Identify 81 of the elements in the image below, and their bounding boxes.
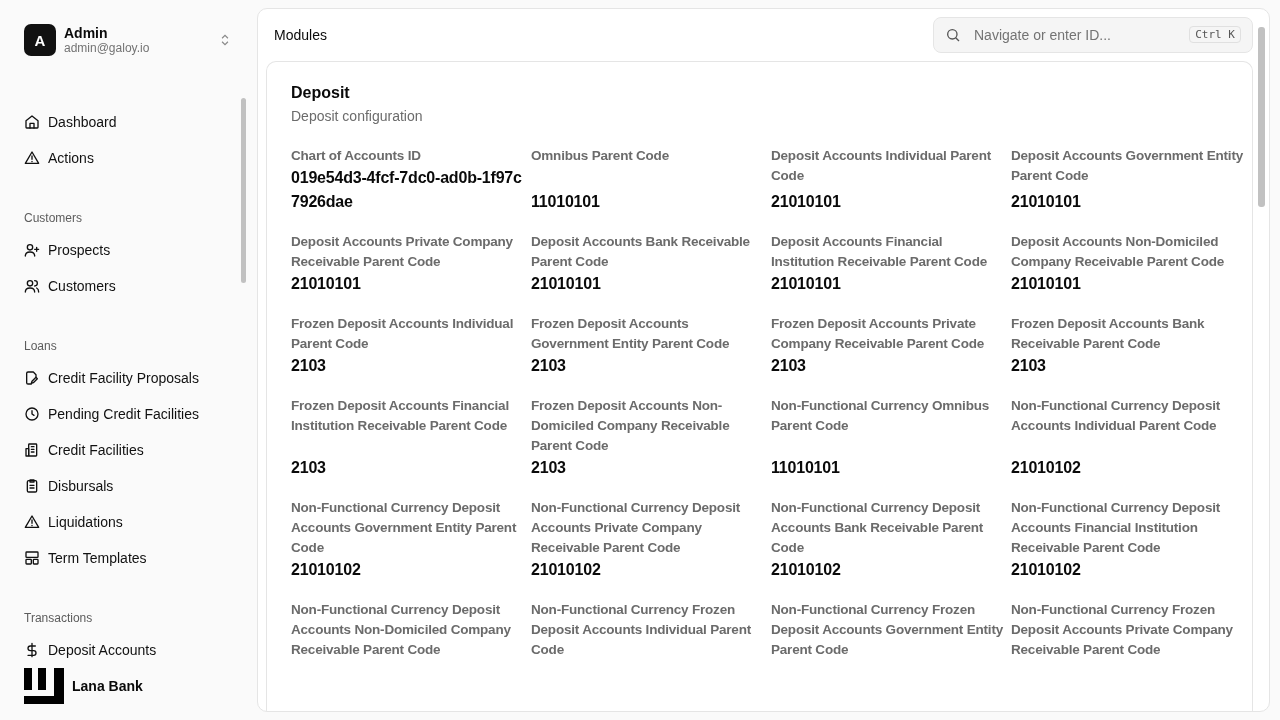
field-label: Non-Functional Currency Omnibus Parent Code bbox=[771, 397, 991, 435]
field-label: Deposit Accounts Bank Receivable Parent Code bbox=[531, 233, 751, 271]
field-value: 11010101 bbox=[531, 192, 601, 212]
field-value: 21010102 bbox=[1011, 560, 1082, 580]
building-icon bbox=[24, 442, 40, 458]
page-title: Modules bbox=[274, 27, 327, 43]
warning-icon bbox=[24, 514, 40, 530]
nav-item[interactable]: Term Templates bbox=[24, 540, 232, 576]
field-label: Non-Functional Currency Deposit Accounts Government Entity Parent Code bbox=[291, 499, 518, 557]
field-label: Frozen Deposit Accounts Bank Receivable Parent Code bbox=[1011, 315, 1206, 353]
field-value: 21010101 bbox=[1011, 274, 1082, 294]
field-label: Non-Functional Currency Deposit Accounts Private Company Receivable Parent Code bbox=[531, 499, 742, 557]
field-value: 2103 bbox=[291, 356, 327, 376]
field-label: Omnibus Parent Code bbox=[531, 147, 670, 165]
field-value: 2103 bbox=[531, 458, 567, 478]
field-label: Deposit Accounts Individual Parent Code bbox=[771, 147, 992, 185]
field-label: Frozen Deposit Accounts Individual Parent Code bbox=[291, 315, 515, 353]
field-value: 2103 bbox=[1011, 356, 1047, 376]
field-value: 019e54d3-4fcf-7dc0-ad0b-1f97c7926dae bbox=[291, 168, 523, 212]
user-name: Admin bbox=[64, 25, 109, 41]
nav-item[interactable]: Pending Credit Facilities bbox=[24, 396, 232, 432]
field-label: Deposit Accounts Non-Domiciled Company Receivable Parent Code bbox=[1011, 233, 1226, 271]
field-label: Non-Functional Currency Frozen Deposit Accounts Government Entity Parent Code bbox=[771, 601, 1003, 659]
scrollbar-thumb[interactable] bbox=[241, 98, 246, 283]
field-label: Frozen Deposit Accounts Non-Domiciled Company Receivable Parent Code bbox=[531, 397, 731, 455]
field-label: Non-Functional Currency Deposit Accounts Non-Domiciled Company Receivable Parent Code bbox=[291, 601, 512, 659]
user-avatar[interactable]: A bbox=[24, 24, 56, 56]
nav-item[interactable]: Dashboard bbox=[24, 104, 232, 140]
field-label: Deposit Accounts Government Entity Parent Code bbox=[1011, 147, 1243, 185]
card-title: Deposit bbox=[291, 84, 351, 102]
field-value: 2103 bbox=[531, 356, 567, 376]
field-label: Deposit Accounts Private Company Receivable Parent Code bbox=[291, 233, 514, 271]
clipboard-icon bbox=[24, 478, 40, 494]
search-icon bbox=[945, 27, 961, 43]
card-subtitle: Deposit configuration bbox=[291, 108, 424, 124]
brand-name: Lana Bank bbox=[72, 678, 143, 694]
nav-section-label: Loans bbox=[24, 338, 58, 355]
field-label: Chart of Accounts ID bbox=[291, 147, 422, 165]
document-pen-icon bbox=[24, 370, 40, 386]
dollar-icon bbox=[24, 642, 40, 658]
field-value: 21010101 bbox=[531, 274, 602, 294]
field-label: Frozen Deposit Accounts Private Company Receivable Parent Code bbox=[771, 315, 986, 353]
nav-item[interactable]: Liquidations bbox=[24, 504, 232, 540]
field-value: 21010102 bbox=[531, 560, 602, 580]
field-value: 2103 bbox=[291, 458, 327, 478]
field-label: Non-Functional Currency Deposit Accounts Financial Institution Receivable Parent Code bbox=[1011, 499, 1222, 557]
scrollbar-thumb[interactable] bbox=[1258, 27, 1265, 207]
field-label: Frozen Deposit Accounts Government Entity Parent Code bbox=[531, 315, 731, 353]
nav-item[interactable]: Customers bbox=[24, 268, 232, 304]
warning-icon bbox=[24, 150, 40, 166]
nav-item[interactable]: Credit Facility Proposals bbox=[24, 360, 232, 396]
field-value: 2103 bbox=[771, 356, 807, 376]
user-plus-icon bbox=[24, 242, 40, 258]
nav-item[interactable]: Disbursals bbox=[24, 468, 232, 504]
layout-icon bbox=[24, 550, 40, 566]
field-label: Non-Functional Currency Deposit Accounts Individual Parent Code bbox=[1011, 397, 1222, 435]
field-label: Non-Functional Currency Frozen Deposit Accounts Individual Parent Code bbox=[531, 601, 752, 659]
field-value: 21010101 bbox=[771, 192, 842, 212]
users-icon bbox=[24, 278, 40, 294]
nav-item[interactable]: Credit Facilities bbox=[24, 432, 232, 468]
field-label: Deposit Accounts Financial Institution Receivable Parent Code bbox=[771, 233, 988, 271]
field-label: Non-Functional Currency Deposit Accounts Bank Receivable Parent Code bbox=[771, 499, 985, 557]
home-icon bbox=[24, 114, 40, 130]
field-value: 21010102 bbox=[771, 560, 842, 580]
field-value: 21010101 bbox=[771, 274, 842, 294]
nav-item[interactable]: Prospects bbox=[24, 232, 232, 268]
clock-icon bbox=[24, 406, 40, 422]
field-value: 21010101 bbox=[1011, 192, 1082, 212]
user-email: admin@galoy.io bbox=[64, 41, 151, 55]
field-value: 21010102 bbox=[1011, 458, 1082, 478]
field-value: 11010101 bbox=[771, 458, 841, 478]
field-label: Frozen Deposit Accounts Financial Institution Receivable Parent Code bbox=[291, 397, 510, 435]
field-value: 21010102 bbox=[291, 560, 362, 580]
logo-icon bbox=[24, 668, 64, 704]
field-value: 21010101 bbox=[291, 274, 362, 294]
nav-item[interactable]: Deposit Accounts bbox=[24, 632, 232, 668]
nav-section-label: Transactions bbox=[24, 610, 94, 627]
keyboard-shortcut: Ctrl K bbox=[1189, 26, 1241, 43]
nav-section-label: Customers bbox=[24, 210, 83, 227]
field-label: Non-Functional Currency Frozen Deposit Accounts Private Company Receivable Parent Code bbox=[1011, 601, 1234, 659]
nav-item[interactable]: Actions bbox=[24, 140, 232, 176]
